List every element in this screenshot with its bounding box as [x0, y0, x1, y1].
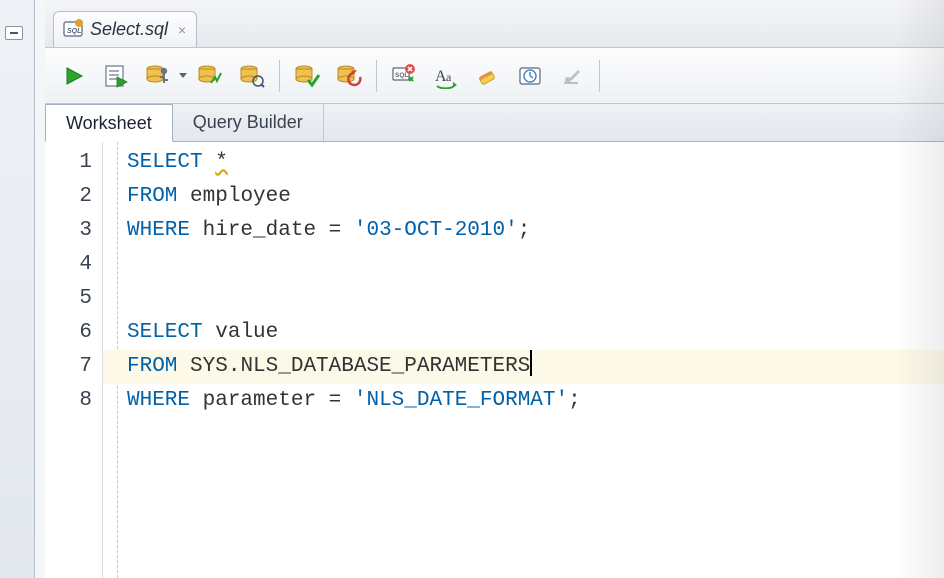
line-number: 1 [45, 146, 92, 180]
svg-text:SQL: SQL [395, 72, 408, 79]
code-line[interactable] [103, 248, 944, 282]
text-cursor-icon [530, 350, 532, 376]
rollback-button[interactable] [330, 57, 368, 95]
minimize-dock-button[interactable] [5, 26, 23, 40]
file-tab-select-sql[interactable]: SQL Select.sql × [53, 11, 197, 47]
line-number: 7 [45, 350, 92, 384]
line-number: 4 [45, 248, 92, 282]
svg-text:SQL: SQL [67, 28, 81, 35]
explain-plan-button[interactable] [139, 57, 177, 95]
code-editor[interactable]: 1 2 3 4 5 6 7 8 SELECT * FROM employee W… [45, 142, 944, 578]
sql-history-button[interactable] [511, 57, 549, 95]
code-line[interactable]: FROM SYS.NLS_DATABASE_PARAMETERS [103, 350, 944, 384]
run-statement-button[interactable] [55, 57, 93, 95]
tab-query-builder[interactable]: Query Builder [173, 103, 324, 141]
line-number: 3 [45, 214, 92, 248]
toolbar-separator [599, 60, 600, 92]
editor-panel: SQL Select.sql × [45, 0, 944, 578]
code-content[interactable]: SELECT * FROM employee WHERE hire_date =… [103, 142, 944, 578]
clear-button[interactable] [469, 57, 507, 95]
to-upper-button[interactable]: A a [427, 57, 465, 95]
file-tab-label: Select.sql [90, 19, 168, 40]
file-tab-bar: SQL Select.sql × [45, 0, 944, 48]
line-number: 6 [45, 316, 92, 350]
left-dock [0, 0, 35, 578]
unshared-sql-button[interactable]: SQL [385, 57, 423, 95]
tab-worksheet[interactable]: Worksheet [45, 104, 173, 142]
code-line[interactable]: WHERE parameter = 'NLS_DATE_FORMAT'; [103, 384, 944, 418]
worksheet-toolbar: SQL A a [45, 48, 944, 104]
commit-button[interactable] [288, 57, 326, 95]
code-line[interactable]: SELECT value [103, 316, 944, 350]
sql-tuning-button[interactable] [233, 57, 271, 95]
code-line[interactable]: WHERE hire_date = '03-OCT-2010'; [103, 214, 944, 248]
code-line[interactable] [103, 282, 944, 316]
line-number: 2 [45, 180, 92, 214]
line-gutter: 1 2 3 4 5 6 7 8 [45, 142, 103, 578]
autotrace-button[interactable] [191, 57, 229, 95]
code-line[interactable]: SELECT * [103, 146, 944, 180]
line-number: 5 [45, 282, 92, 316]
close-tab-icon[interactable]: × [178, 22, 186, 38]
toolbar-separator [376, 60, 377, 92]
sql-file-icon: SQL [62, 19, 84, 41]
sub-tab-bar: Worksheet Query Builder [45, 104, 944, 142]
settings-button[interactable] [553, 57, 591, 95]
code-line[interactable]: FROM employee [103, 180, 944, 214]
line-number: 8 [45, 384, 92, 418]
run-script-button[interactable] [97, 57, 135, 95]
svg-text:a: a [446, 70, 452, 84]
toolbar-separator [279, 60, 280, 92]
explain-dropdown-icon[interactable] [179, 73, 187, 78]
